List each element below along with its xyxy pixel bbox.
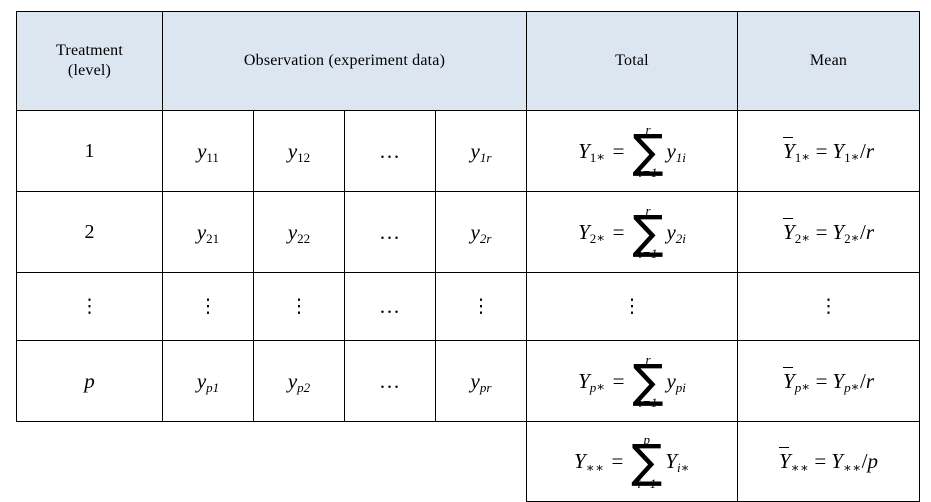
horizontal-ellipsis: … <box>379 368 401 393</box>
observation-value: y22 <box>287 219 311 246</box>
cell-total: Yp∗ = r ∑ i=1 ypi <box>526 340 738 422</box>
horizontal-ellipsis: … <box>379 219 401 244</box>
cell-observation-ellipsis: … <box>344 191 436 273</box>
header-treatment-line1: Treatment <box>56 42 123 59</box>
cell-observation: y22 <box>253 191 345 273</box>
level-value: 2 <box>84 220 95 243</box>
summation: p ∑ i=1 <box>631 433 662 490</box>
header-total: Total <box>526 11 738 111</box>
vertical-ellipsis: ⋮ <box>80 294 99 317</box>
empty-cell <box>436 422 527 502</box>
cell-total: Y1∗ = r ∑ i=1 y1i <box>526 110 738 192</box>
header-observation: Observation (experiment data) <box>162 11 527 111</box>
empty-cell <box>17 422 163 502</box>
empty-cell <box>345 422 436 502</box>
cell-mean: Y2∗ = Y2∗/r <box>737 191 920 273</box>
cell-observation: y12 <box>253 110 345 192</box>
table-row: 1 y11 y12 … y1r Y1∗ = r ∑ i=1 y1i Y1∗ = … <box>16 110 920 192</box>
grand-total-formula: Y∗∗ = p ∑ i=1 Yi∗ <box>574 432 690 491</box>
observation-value: y1r <box>470 138 492 165</box>
mean-formula: Y1∗ = Y1∗/r <box>783 136 874 165</box>
table-header-row: Treatment (level) Observation (experimen… <box>16 11 920 111</box>
vertical-ellipsis: ⋮ <box>198 294 218 317</box>
sum-lower-limit: i=1 <box>638 246 658 262</box>
cell-observation: y1r <box>435 110 527 192</box>
empty-cell <box>254 422 345 502</box>
header-mean: Mean <box>737 11 920 111</box>
cell-observation: ypr <box>435 340 527 422</box>
table-row: 2 y21 y22 … y2r Y2∗ = r ∑ i=1 y2i Y2∗ = … <box>16 191 920 273</box>
horizontal-ellipsis: … <box>379 138 401 163</box>
summation: r ∑ i=1 <box>632 353 663 410</box>
cell-mean: Y1∗ = Y1∗/r <box>737 110 920 192</box>
cell-observation: yp2 <box>253 340 345 422</box>
cell-observation: ⋮ <box>253 272 345 341</box>
vertical-ellipsis: ⋮ <box>471 294 491 317</box>
table-row: p yp1 yp2 … ypr Yp∗ = r ∑ i=1 ypi Yp∗ = … <box>16 340 920 422</box>
level-value: p <box>84 368 95 393</box>
cell-observation: y2r <box>435 191 527 273</box>
cell-mean: ⋮ <box>737 272 920 341</box>
vertical-ellipsis: ⋮ <box>622 294 642 317</box>
table-row-grand-total: Y∗∗ = p ∑ i=1 Yi∗ Y∗∗ = Y∗∗/p <box>17 421 920 502</box>
header-treatment: Treatment (level) <box>16 11 163 111</box>
table-row-ellipsis: ⋮ ⋮ ⋮ … ⋮ ⋮ ⋮ <box>16 272 920 341</box>
cell-observation: y21 <box>162 191 254 273</box>
header-treatment-line2: (level) <box>67 62 112 79</box>
cell-grand-total: Y∗∗ = p ∑ i=1 Yi∗ <box>526 421 738 502</box>
cell-level: ⋮ <box>16 272 163 341</box>
vertical-ellipsis: ⋮ <box>289 294 309 317</box>
observation-value: y12 <box>287 138 311 165</box>
observation-value: y21 <box>196 219 220 246</box>
horizontal-ellipsis: … <box>379 294 401 318</box>
cell-level: p <box>16 340 163 422</box>
cell-level: 2 <box>16 191 163 273</box>
cell-observation: yp1 <box>162 340 254 422</box>
observation-value: ypr <box>470 368 492 395</box>
cell-observation-ellipsis: … <box>344 272 436 341</box>
cell-observation-ellipsis: … <box>344 340 436 422</box>
empty-cell <box>163 422 254 502</box>
cell-level: 1 <box>16 110 163 192</box>
cell-total: Y2∗ = r ∑ i=1 y2i <box>526 191 738 273</box>
total-formula: Y1∗ = r ∑ i=1 y1i <box>578 121 686 181</box>
cell-observation: y11 <box>162 110 254 192</box>
observation-value: yp2 <box>287 368 311 395</box>
summation: r ∑ i=1 <box>632 123 663 180</box>
observation-value: y11 <box>197 138 219 165</box>
total-formula: Y2∗ = r ∑ i=1 y2i <box>578 202 686 262</box>
summation: r ∑ i=1 <box>632 204 663 261</box>
sum-lower-limit: i=1 <box>638 395 658 411</box>
cell-observation: ⋮ <box>162 272 254 341</box>
grand-mean-formula: Y∗∗ = Y∗∗/p <box>779 447 878 475</box>
mean-formula: Y2∗ = Y2∗/r <box>783 217 874 246</box>
cell-observation: ⋮ <box>435 272 527 341</box>
cell-mean: Yp∗ = Yp∗/r <box>737 340 920 422</box>
anova-data-table: Treatment (level) Observation (experimen… <box>16 11 920 502</box>
vertical-ellipsis: ⋮ <box>819 294 838 317</box>
cell-total: ⋮ <box>526 272 738 341</box>
observation-value: yp1 <box>196 368 220 395</box>
cell-observation-ellipsis: … <box>344 110 436 192</box>
mean-formula: Yp∗ = Yp∗/r <box>783 366 874 395</box>
cell-grand-mean: Y∗∗ = Y∗∗/p <box>737 421 920 502</box>
table: Treatment (level) Observation (experimen… <box>16 11 920 502</box>
level-value: 1 <box>84 139 95 162</box>
sum-lower-limit: i=1 <box>638 165 658 181</box>
sum-lower-limit: i=1 <box>637 475 657 491</box>
total-formula: Yp∗ = r ∑ i=1 ypi <box>578 351 686 411</box>
observation-value: y2r <box>470 219 492 246</box>
